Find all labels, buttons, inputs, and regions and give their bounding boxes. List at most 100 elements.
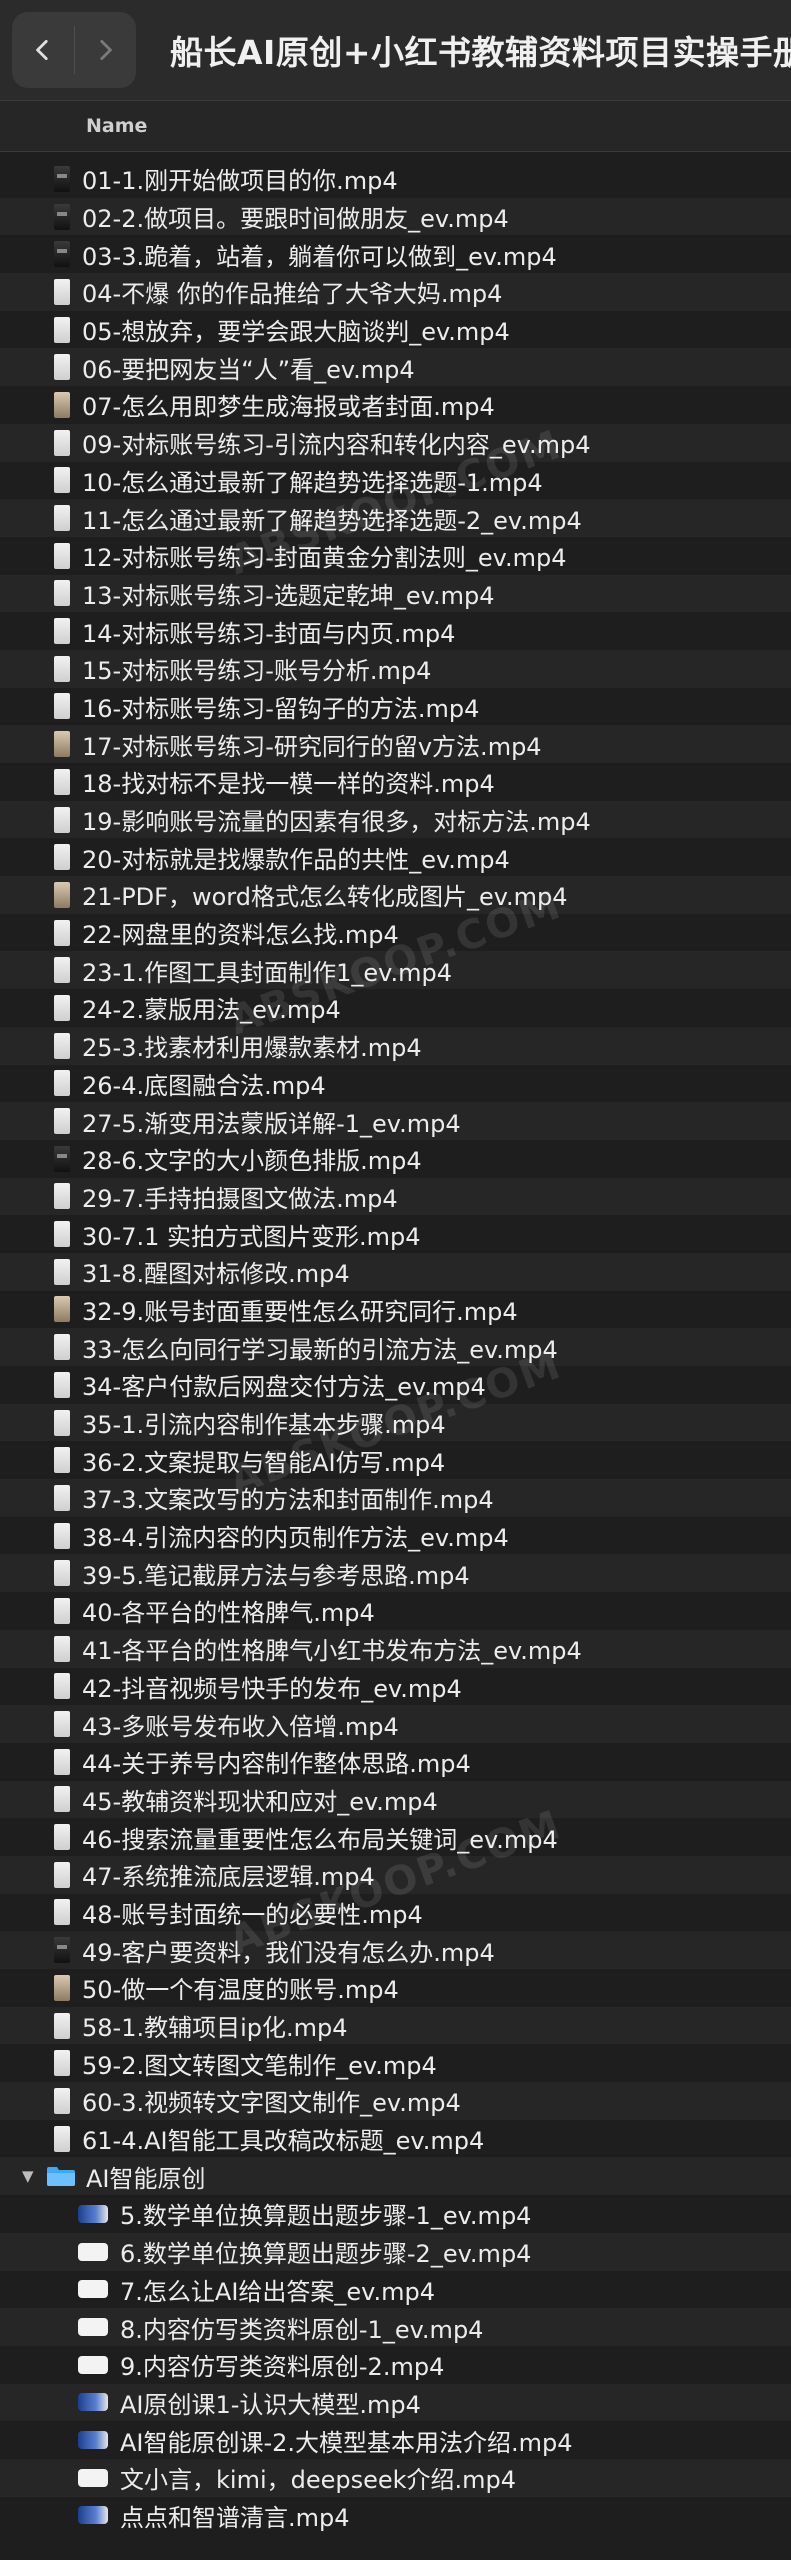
video-file-icon (54, 2050, 70, 2077)
file-row[interactable]: 06-要把网友当“人”看_ev.mp4 (0, 348, 791, 387)
file-row[interactable]: 01-1.刚开始做项目的你.mp4 (0, 160, 791, 198)
video-file-icon (54, 1296, 70, 1323)
file-row[interactable]: 26-4.底图融合法.mp4 (0, 1065, 791, 1103)
video-file-icon (54, 429, 70, 456)
file-row[interactable]: 40-各平台的性格脾气.mp4 (0, 1592, 791, 1630)
forward-button[interactable] (74, 12, 136, 88)
file-name: 20-对标就是找爆款作品的共性_ev.mp4 (82, 845, 510, 874)
file-row[interactable]: 37-3.文案改写的方法和封面制作.mp4 (0, 1479, 791, 1517)
file-row[interactable]: 47-系统推流底层逻辑.mp4 (0, 1855, 791, 1894)
video-file-icon (54, 1937, 70, 1964)
file-row[interactable]: 60-3.视频转文字图文制作_ev.mp4 (0, 2082, 791, 2120)
file-row[interactable]: 16-对标账号练习-留钩子的方法.mp4 (0, 688, 791, 726)
file-row[interactable]: 48-账号封面统一的必要性.mp4 (0, 1894, 791, 1932)
file-row[interactable]: 58-1.教辅项目ip化.mp4 (0, 2006, 791, 2045)
folder-file-row[interactable]: 5.数学单位换算题出题步骤-1_ev.mp4 (0, 2195, 791, 2233)
file-row[interactable]: 44-关于养号内容制作整体思路.mp4 (0, 1743, 791, 1781)
file-name: 02-2.做项目。要跟时间做朋友_ev.mp4 (82, 205, 509, 234)
file-row[interactable]: 19-影响账号流量的因素有很多，对标方法.mp4 (0, 800, 791, 839)
file-name: 28-6.文字的大小颜色排版.mp4 (82, 1147, 422, 1176)
folder-file-row[interactable]: 8.内容仿写类资料原创-1_ev.mp4 (0, 2308, 791, 2346)
file-name: 09-对标账号练习-引流内容和转化内容_ev.mp4 (82, 431, 591, 460)
file-name: 31-8.醒图对标修改.mp4 (82, 1260, 350, 1289)
file-row[interactable]: 27-5.渐变用法蒙版详解-1_ev.mp4 (0, 1102, 791, 1140)
file-name: 18-找对标不是找一模一样的资料.mp4 (82, 770, 495, 799)
file-row[interactable]: 24-2.蒙版用法_ev.mp4 (0, 989, 791, 1027)
file-row[interactable]: 03-3.跪着，站着，躺着你可以做到_ev.mp4 (0, 235, 791, 273)
file-row[interactable]: 35-1.引流内容制作基本步骤.mp4 (0, 1403, 791, 1442)
folder-file-row[interactable]: 6.数学单位换算题出题步骤-2_ev.mp4 (0, 2232, 791, 2271)
file-row[interactable]: 39-5.笔记截屏方法与参考思路.mp4 (0, 1554, 791, 1593)
file-row[interactable]: 11-怎么通过最新了解趋势选择选题-2_ev.mp4 (0, 499, 791, 537)
file-row[interactable]: 25-3.找素材利用爆款素材.mp4 (0, 1026, 791, 1065)
folder-row-ai[interactable]: ▼ AI智能原创 (0, 2157, 791, 2196)
file-row[interactable]: 22-网盘里的资料怎么找.mp4 (0, 914, 791, 952)
file-name: 05-想放弃，要学会跟大脑谈判_ev.mp4 (82, 318, 510, 347)
file-row[interactable]: 45-教辅资料现状和应对_ev.mp4 (0, 1780, 791, 1819)
file-name: 11-怎么通过最新了解趋势选择选题-2_ev.mp4 (82, 506, 582, 535)
file-row[interactable]: 50-做一个有温度的账号.mp4 (0, 1969, 791, 2007)
folder-file-row[interactable]: 9.内容仿写类资料原创-2.mp4 (0, 2346, 791, 2384)
folder-file-row[interactable]: 7.怎么让AI给出答案_ev.mp4 (0, 2271, 791, 2309)
file-row[interactable]: 21-PDF，word格式怎么转化成图片_ev.mp4 (0, 876, 791, 914)
video-file-icon (54, 1861, 70, 1888)
video-file-icon (54, 844, 70, 871)
file-name: 04-不爆 你的作品推给了大爷大妈.mp4 (82, 280, 503, 309)
file-name: 43-多账号发布收入倍增.mp4 (82, 1712, 399, 1741)
file-row[interactable]: 12-对标账号练习-封面黄金分割法则_ev.mp4 (0, 537, 791, 575)
file-row[interactable]: 23-1.作图工具封面制作1_ev.mp4 (0, 951, 791, 990)
file-row[interactable]: 09-对标账号练习-引流内容和转化内容_ev.mp4 (0, 423, 791, 462)
file-row[interactable]: 29-7.手持拍摄图文做法.mp4 (0, 1177, 791, 1216)
video-file-icon (54, 618, 70, 645)
file-name: 37-3.文案改写的方法和封面制作.mp4 (82, 1486, 494, 1515)
file-row[interactable]: 38-4.引流内容的内页制作方法_ev.mp4 (0, 1517, 791, 1555)
file-row[interactable]: 46-搜索流量重要性怎么布局关键词_ev.mp4 (0, 1818, 791, 1856)
file-row[interactable]: 13-对标账号练习-选题定乾坤_ev.mp4 (0, 574, 791, 613)
file-row[interactable]: 32-9.账号封面重要性怎么研究同行.mp4 (0, 1291, 791, 1329)
file-row[interactable]: 59-2.图文转图文笔制作_ev.mp4 (0, 2044, 791, 2082)
file-row[interactable]: 14-对标账号练习-封面与内页.mp4 (0, 612, 791, 650)
file-row[interactable]: 18-找对标不是找一模一样的资料.mp4 (0, 763, 791, 801)
file-row[interactable]: 28-6.文字的大小颜色排版.mp4 (0, 1140, 791, 1178)
file-row[interactable]: 30-7.1 实拍方式图片变形.mp4 (0, 1215, 791, 1253)
video-file-icon (54, 1635, 70, 1662)
back-button[interactable] (12, 12, 74, 88)
folder-file-row[interactable]: 文小言，kimi，deepseek介绍.mp4 (0, 2458, 791, 2497)
file-name: 33-怎么向同行学习最新的引流方法_ev.mp4 (82, 1335, 558, 1364)
folder-icon (47, 2167, 75, 2187)
file-row[interactable]: 31-8.醒图对标修改.mp4 (0, 1252, 791, 1291)
file-name: 61-4.AI智能工具改稿改标题_ev.mp4 (82, 2127, 485, 2156)
file-row[interactable]: 49-客户要资料，我们没有怎么办.mp4 (0, 1931, 791, 1969)
file-row[interactable]: 36-2.文案提取与智能AI仿写.mp4 (0, 1441, 791, 1479)
file-name: 17-对标账号练习-研究同行的留v方法.mp4 (82, 732, 542, 761)
video-thumbnail-icon (78, 2506, 108, 2525)
video-file-icon (54, 505, 70, 532)
video-file-icon (54, 1711, 70, 1738)
file-row[interactable]: 33-怎么向同行学习最新的引流方法_ev.mp4 (0, 1328, 791, 1366)
file-row[interactable]: 05-想放弃，要学会跟大脑谈判_ev.mp4 (0, 311, 791, 349)
video-file-icon (54, 2012, 70, 2039)
file-name: 19-影响账号流量的因素有很多，对标方法.mp4 (82, 808, 591, 837)
file-name: 06-要把网友当“人”看_ev.mp4 (82, 355, 415, 384)
file-name: 24-2.蒙版用法_ev.mp4 (82, 996, 341, 1025)
file-name: 5.数学单位换算题出题步骤-1_ev.mp4 (120, 2202, 532, 2231)
file-row[interactable]: 15-对标账号练习-账号分析.mp4 (0, 649, 791, 688)
file-row[interactable]: 10-怎么通过最新了解趋势选择选题-1.mp4 (0, 462, 791, 500)
file-row[interactable]: 04-不爆 你的作品推给了大爷大妈.mp4 (0, 273, 791, 311)
file-row[interactable]: 41-各平台的性格脾气小红书发布方法_ev.mp4 (0, 1629, 791, 1668)
folder-file-row[interactable]: AI智能原创课-2.大模型基本用法介绍.mp4 (0, 2421, 791, 2459)
file-row[interactable]: 20-对标就是找爆款作品的共性_ev.mp4 (0, 838, 791, 876)
file-row[interactable]: 07-怎么用即梦生成海报或者封面.mp4 (0, 386, 791, 424)
file-name: 40-各平台的性格脾气.mp4 (82, 1599, 375, 1628)
file-row[interactable]: 34-客户付款后网盘交付方法_ev.mp4 (0, 1366, 791, 1404)
chevron-down-icon[interactable]: ▼ (22, 2167, 36, 2185)
file-row[interactable]: 17-对标账号练习-研究同行的留v方法.mp4 (0, 725, 791, 763)
file-row[interactable]: 43-多账号发布收入倍增.mp4 (0, 1705, 791, 1743)
column-header-name[interactable]: Name (0, 100, 791, 152)
file-row[interactable]: 42-抖音视频号快手的发布_ev.mp4 (0, 1668, 791, 1706)
video-file-icon (54, 1786, 70, 1813)
folder-file-row[interactable]: AI原创课1-认识大模型.mp4 (0, 2383, 791, 2422)
folder-file-row[interactable]: 点点和智谱清言.mp4 (0, 2497, 791, 2535)
file-row[interactable]: 61-4.AI智能工具改稿改标题_ev.mp4 (0, 2120, 791, 2158)
file-row[interactable]: 02-2.做项目。要跟时间做朋友_ev.mp4 (0, 197, 791, 236)
